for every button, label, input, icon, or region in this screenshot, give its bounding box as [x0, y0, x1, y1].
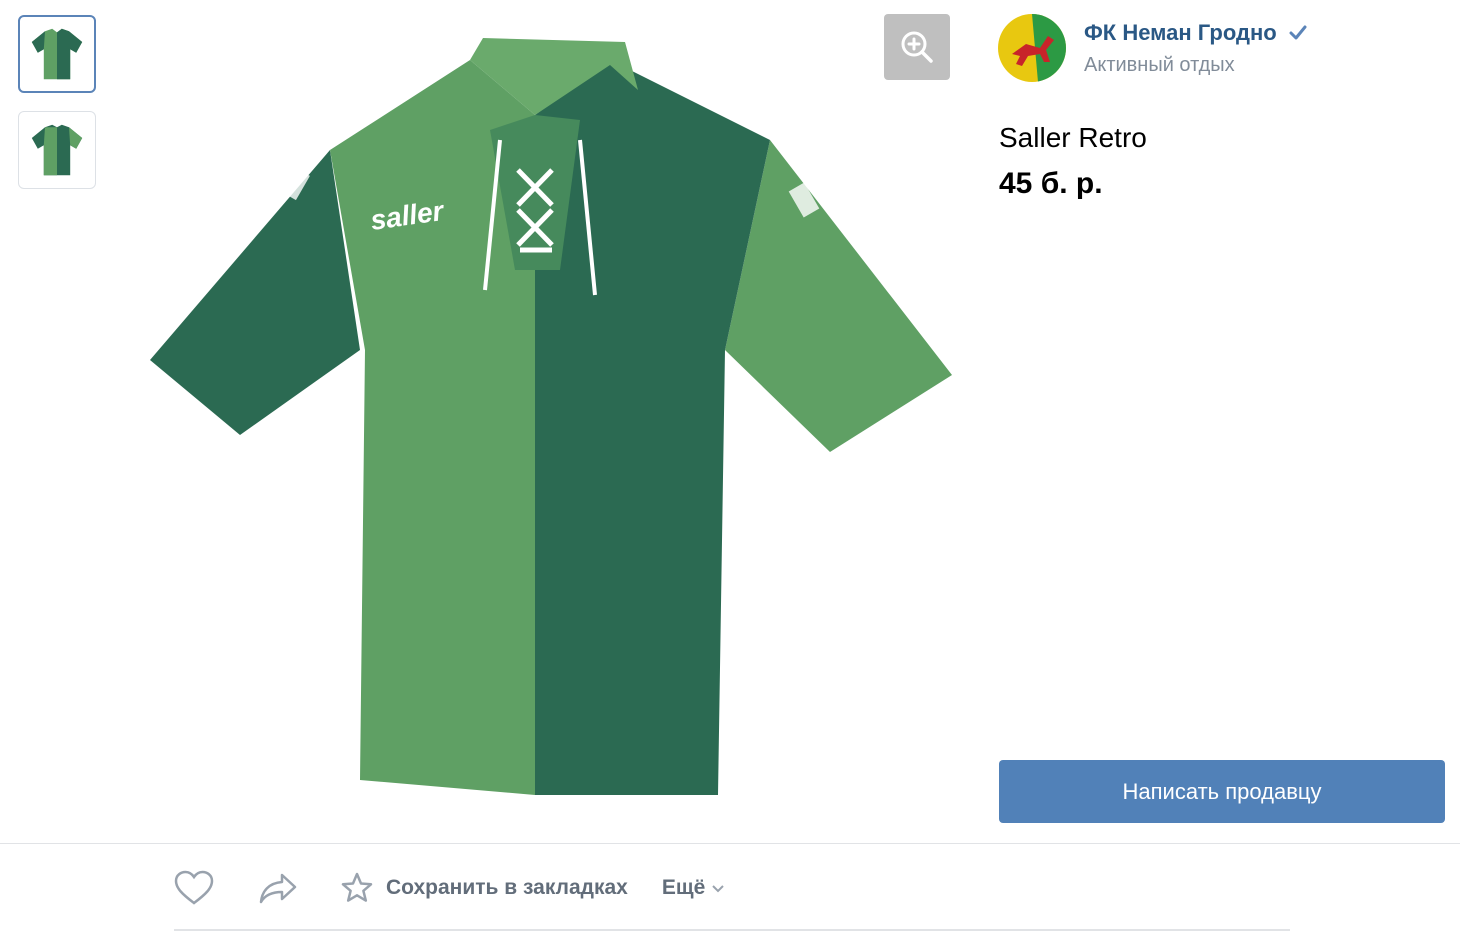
bottom-divider: [174, 929, 1290, 931]
seller-avatar[interactable]: [998, 14, 1066, 82]
seller-category: Активный отдых: [1084, 53, 1235, 76]
more-button[interactable]: Ещё: [662, 876, 725, 900]
chevron-down-icon: [712, 885, 724, 893]
heart-icon: [174, 870, 214, 905]
seller-name[interactable]: ФК Неман Гродно: [1084, 20, 1277, 46]
zoom-in-icon: [901, 31, 933, 63]
contact-seller-button[interactable]: Написать продавцу: [999, 760, 1445, 823]
product-page: saller ФК Неман Гродно Активный отдых Sa…: [0, 0, 1460, 939]
seller-info: ФК Неман Гродно Активный отдых: [998, 14, 1307, 82]
more-label: Ещё: [661, 876, 706, 899]
thumbnail-list: [18, 15, 98, 207]
save-bookmark-button[interactable]: Сохранить в закладках: [340, 871, 628, 905]
action-bar: Сохранить в закладках Ещё: [174, 866, 725, 910]
product-price: 45 б. р.: [999, 167, 1103, 200]
jersey-thumbnail-icon: [31, 124, 83, 176]
jersey-image: saller: [150, 38, 952, 795]
star-icon: [341, 872, 373, 902]
product-title: Saller Retro: [999, 122, 1147, 153]
jersey-thumbnail-icon: [31, 28, 83, 80]
product-image[interactable]: saller: [140, 20, 960, 820]
divider: [0, 843, 1460, 844]
verified-icon: [1289, 25, 1307, 39]
thumbnail-front[interactable]: [18, 15, 96, 93]
save-bookmark-label: Сохранить в закладках: [386, 876, 628, 899]
like-button[interactable]: [174, 870, 214, 906]
zoom-button[interactable]: [884, 14, 950, 80]
share-icon: [259, 873, 297, 904]
club-logo-icon: [998, 14, 1066, 82]
thumbnail-back[interactable]: [18, 111, 96, 189]
share-button[interactable]: [258, 872, 298, 904]
